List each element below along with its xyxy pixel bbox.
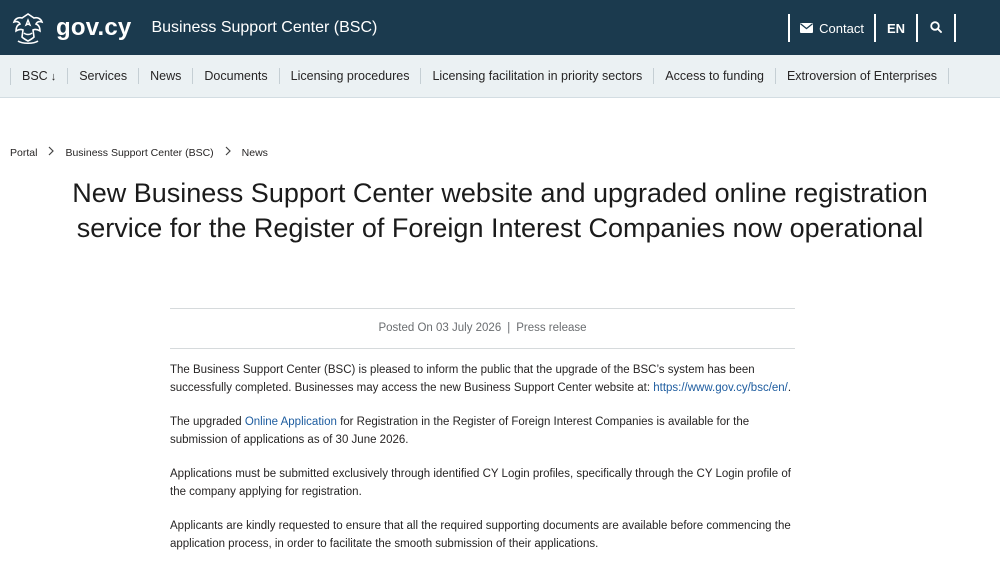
cyprus-emblem-icon (12, 11, 44, 45)
mail-icon (800, 21, 814, 36)
article-type: Press release (516, 322, 587, 334)
nav-item-services[interactable]: Services (67, 68, 138, 84)
arrow-down-icon: ↓ (50, 70, 57, 83)
bsc-website-link[interactable]: https://www.gov.cy/bsc/en/ (653, 382, 788, 394)
chevron-right-icon (48, 146, 55, 159)
paragraph-text: The upgraded (170, 416, 245, 428)
site-title-link[interactable]: Business Support Center (BSC) (151, 19, 377, 37)
brand-name: gov.cy (56, 13, 132, 41)
divider (170, 348, 795, 349)
posted-date: Posted On 03 July 2026 (378, 322, 502, 334)
nav-item-bsc[interactable]: BSC ↓ (10, 67, 67, 85)
nav-item-label: BSC (22, 68, 48, 83)
nav-item-licensing-procedures[interactable]: Licensing procedures (278, 68, 421, 84)
nav-item-licensing-facilitation[interactable]: Licensing facilitation in priority secto… (420, 68, 653, 84)
site-header: gov.cy Business Support Center (BSC) Con… (0, 0, 1000, 55)
paragraph: Applicants are kindly requested to ensur… (170, 520, 791, 550)
paragraph-text: . (787, 381, 792, 394)
nav-item-documents[interactable]: Documents (192, 68, 278, 84)
contact-label: Contact (819, 20, 864, 36)
header-tools: Contact EN (788, 14, 956, 42)
online-application-link[interactable]: Online Application (245, 416, 337, 428)
nav-item-news[interactable]: News (138, 68, 192, 84)
search-icon (930, 20, 942, 36)
nav-item-extroversion[interactable]: Extroversion of Enterprises (774, 68, 950, 84)
breadcrumb-portal[interactable]: Portal (10, 147, 37, 159)
search-button[interactable] (918, 14, 954, 42)
paragraph: The Business Support Center (BSC) is ple… (170, 362, 795, 397)
meta-separator: | (507, 322, 511, 334)
paragraph: The upgraded Online Application for Regi… (170, 414, 795, 449)
header-divider (954, 14, 956, 42)
breadcrumb: Portal Business Support Center (BSC) New… (10, 146, 268, 159)
nav-item-access-to-funding[interactable]: Access to funding (653, 68, 775, 84)
article-meta: Posted On 03 July 2026 | Press release (170, 322, 795, 334)
breadcrumb-news[interactable]: News (242, 147, 268, 159)
chevron-right-icon (225, 146, 231, 159)
contact-link[interactable]: Contact (790, 14, 874, 42)
breadcrumb-bsc[interactable]: Business Support Center (BSC) (65, 147, 213, 159)
main-navigation: BSC ↓ Services News Documents Licensing p… (0, 55, 1000, 98)
divider (170, 308, 795, 309)
page-title: New Business Support Center website and … (72, 178, 928, 243)
language-switch[interactable]: EN (876, 14, 916, 42)
paragraph: Applications must be submitted exclusive… (170, 468, 791, 498)
home-logo-link[interactable]: gov.cy (12, 11, 131, 45)
article-body: The Business Support Center (BSC) is ple… (170, 362, 795, 570)
